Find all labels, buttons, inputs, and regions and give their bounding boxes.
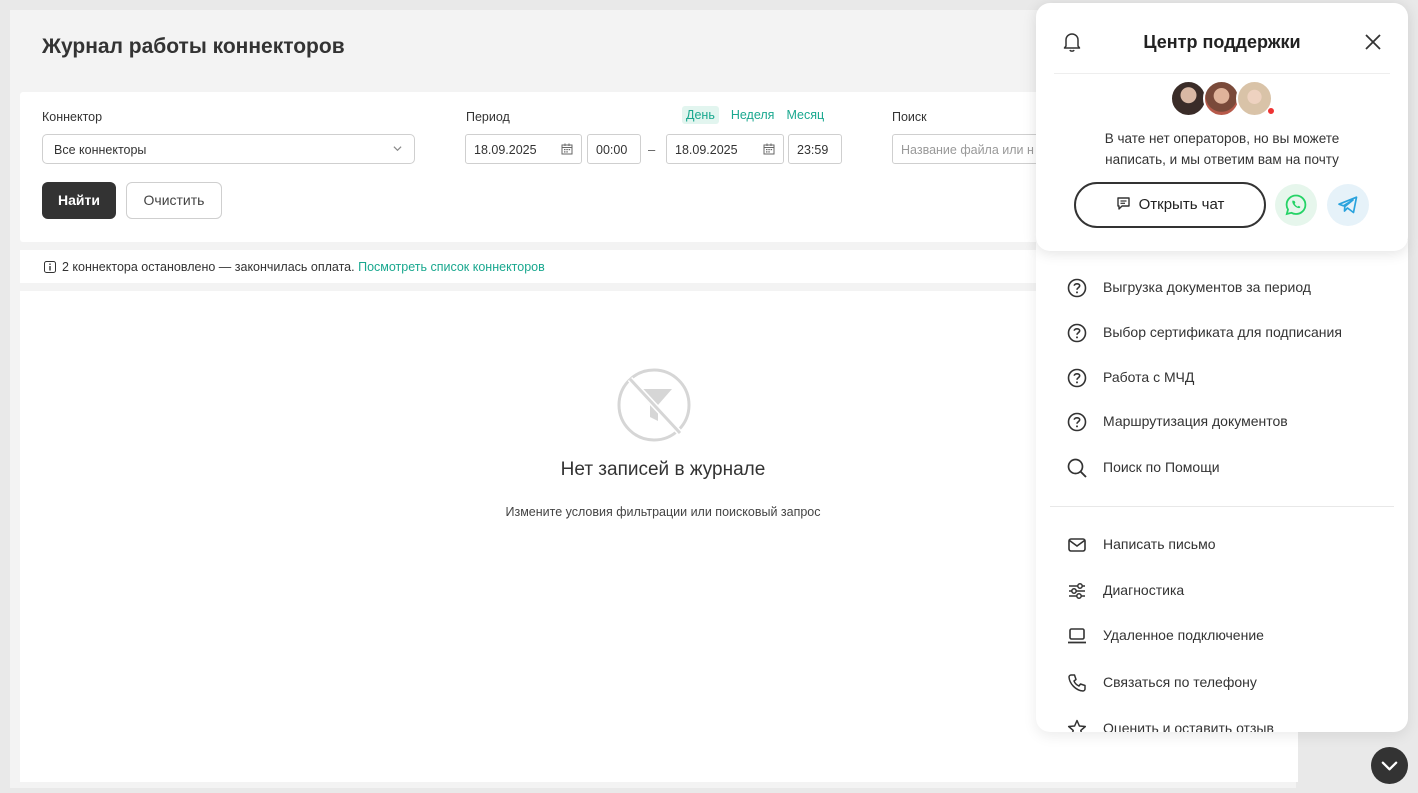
period-week-link[interactable]: Неделя — [731, 108, 775, 122]
calendar-icon[interactable] — [763, 143, 775, 155]
date-to-field[interactable]: 18.09.2025 — [666, 134, 784, 164]
whatsapp-button[interactable] — [1275, 184, 1317, 226]
phone-icon — [1068, 674, 1086, 692]
connector-select-value: Все коннекторы — [54, 143, 147, 157]
avatar — [1203, 80, 1240, 117]
help-item-label: Выгрузка документов за период — [1103, 279, 1311, 295]
time-to-value: 23:59 — [797, 143, 829, 157]
mail-icon — [1068, 538, 1086, 552]
period-quick-links: День Неделя Месяц — [682, 106, 836, 124]
operators-message: В чате нет операторов, но вы можете напи… — [1104, 131, 1340, 167]
info-text: 2 коннектора остановлено — закончилась о… — [62, 260, 355, 274]
help-item-label: Работа с МЧД — [1103, 369, 1195, 385]
info-icon — [44, 261, 56, 273]
chevron-down-icon — [393, 146, 402, 152]
status-dot — [1267, 107, 1275, 115]
close-icon[interactable] — [1364, 33, 1382, 51]
page-title: Журнал работы коннекторов — [42, 35, 345, 58]
laptop-icon — [1068, 628, 1086, 644]
search-label: Поиск — [892, 110, 927, 124]
connectors-list-link[interactable]: Посмотреть список коннекторов — [358, 260, 545, 274]
question-circle-icon — [1067, 323, 1087, 343]
connector-label: Коннектор — [42, 110, 103, 124]
contact-item-label: Удаленное подключение — [1103, 627, 1264, 643]
find-button[interactable]: Найти — [42, 182, 116, 219]
date-to-value: 18.09.2025 — [675, 143, 738, 157]
telegram-icon — [1338, 196, 1358, 214]
search-icon — [1067, 458, 1087, 478]
star-icon — [1067, 719, 1087, 732]
calendar-icon[interactable] — [561, 143, 573, 155]
chevron-down-icon — [1381, 761, 1398, 771]
question-circle-icon — [1067, 278, 1087, 298]
question-circle-icon — [1067, 412, 1087, 432]
date-from-value: 18.09.2025 — [474, 143, 537, 157]
range-dash: – — [648, 142, 656, 157]
telegram-button[interactable] — [1327, 184, 1369, 226]
help-item-label: Выбор сертификата для подписания — [1103, 324, 1342, 340]
help-item-label: Маршрутизация документов — [1103, 413, 1288, 429]
contact-item-label: Связаться по телефону — [1103, 674, 1257, 690]
question-circle-icon — [1067, 368, 1087, 388]
period-label: Период — [466, 110, 510, 124]
avatar — [1170, 80, 1207, 117]
support-menu: Выгрузка документов за период Выбор серт… — [1036, 240, 1408, 732]
support-center-card: Центр поддержки В чате нет операторов, н… — [1036, 3, 1408, 251]
connector-select[interactable]: Все коннекторы — [42, 134, 415, 164]
whatsapp-icon — [1285, 194, 1307, 216]
contact-item-label: Оценить и оставить отзыв — [1103, 720, 1274, 732]
header-divider — [1054, 73, 1390, 74]
menu-divider — [1050, 506, 1394, 507]
open-chat-button[interactable]: Открыть чат — [1074, 182, 1266, 228]
chat-icon — [1116, 197, 1130, 210]
support-title: Центр поддержки — [1143, 32, 1301, 52]
period-day-link[interactable]: День — [682, 106, 719, 124]
scroll-down-button[interactable] — [1371, 747, 1408, 784]
clear-button[interactable]: Очистить — [126, 182, 222, 219]
open-chat-label: Открыть чат — [1138, 196, 1225, 213]
time-from-value: 00:00 — [596, 143, 628, 157]
help-item-label: Поиск по Помощи — [1103, 459, 1220, 475]
time-to-field[interactable]: 23:59 — [788, 134, 842, 164]
period-month-link[interactable]: Месяц — [786, 108, 824, 122]
contact-item-label: Написать письмо — [1103, 536, 1216, 552]
time-from-field[interactable]: 00:00 — [587, 134, 641, 164]
no-filter-icon — [617, 368, 691, 442]
contact-item-label: Диагностика — [1103, 582, 1185, 598]
sliders-icon — [1069, 583, 1085, 599]
date-from-field[interactable]: 18.09.2025 — [465, 134, 582, 164]
operator-avatars — [1170, 80, 1280, 118]
